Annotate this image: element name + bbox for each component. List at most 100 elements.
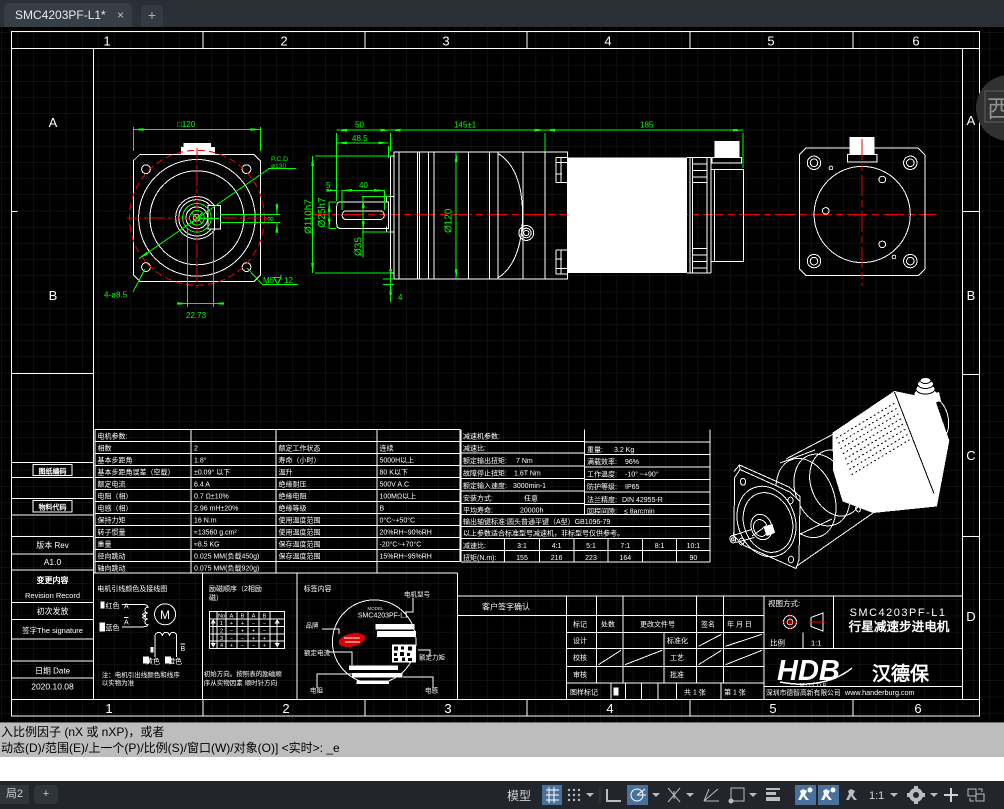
svg-text:转子惯量: 转子惯量 <box>98 527 126 536</box>
svg-text:4:1: 4:1 <box>552 543 562 550</box>
svg-text:B: B <box>49 288 58 303</box>
svg-text:绝缘等级: 绝缘等级 <box>279 503 307 512</box>
svg-text:-20°C~+70°C: -20°C~+70°C <box>380 540 422 548</box>
svg-text:10:1: 10:1 <box>687 543 701 550</box>
svg-text:保存温度范围: 保存温度范围 <box>279 539 321 548</box>
svg-text:90: 90 <box>690 555 698 562</box>
svg-text:−: − <box>263 621 266 627</box>
svg-text:额定输出扭矩:: 额定输出扭矩: <box>463 456 507 465</box>
svg-text:www.handerburg.com: www.handerburg.com <box>844 688 915 697</box>
svg-text:变更内容: 变更内容 <box>37 575 69 585</box>
svg-text:基本步距角误差（空载）: 基本步距角误差（空载） <box>98 467 175 476</box>
svg-text:16 N.m: 16 N.m <box>194 517 217 524</box>
svg-text:校核: 校核 <box>573 653 587 662</box>
svg-text:0°C~+50°C: 0°C~+50°C <box>380 516 416 524</box>
svg-text:6.4 A: 6.4 A <box>194 481 210 488</box>
svg-text:3: 3 <box>220 636 223 642</box>
svg-text:8:1: 8:1 <box>655 543 665 550</box>
svg-text:4-ø8.5: 4-ø8.5 <box>104 291 128 300</box>
svg-text:−: − <box>230 628 233 634</box>
svg-text:B: B <box>181 646 186 653</box>
svg-text:50: 50 <box>355 121 364 130</box>
svg-text:保持力矩: 保持力矩 <box>98 515 126 524</box>
svg-text:3000min-1: 3000min-1 <box>513 483 546 490</box>
svg-text:红色: 红色 <box>106 601 120 610</box>
svg-text:SMC4203PF-L1: SMC4203PF-L1 <box>358 613 408 620</box>
svg-text:±0.09° 以下: ±0.09° 以下 <box>194 468 230 476</box>
svg-text:连续: 连续 <box>380 443 394 452</box>
svg-text:100MΩ以上: 100MΩ以上 <box>380 491 417 500</box>
svg-text:5: 5 <box>767 34 774 49</box>
svg-text:Ø25h7: Ø25h7 <box>317 197 328 227</box>
svg-text:-10° ~+90°: -10° ~+90° <box>625 471 659 479</box>
svg-text:电机参数:: 电机参数: <box>98 431 128 440</box>
svg-text:B: B <box>263 614 267 620</box>
svg-text:相数: 相数 <box>98 443 112 452</box>
svg-text:0.075 MM(负载920g): 0.075 MM(负载920g) <box>194 563 259 572</box>
svg-text:径向跳动: 径向跳动 <box>98 551 126 560</box>
svg-text:蓝色: 蓝色 <box>106 623 120 632</box>
svg-text:1: 1 <box>103 34 110 49</box>
svg-text:DIN 42955-R: DIN 42955-R <box>622 497 663 504</box>
svg-text:96%: 96% <box>625 459 639 466</box>
svg-text:+: + <box>230 643 233 649</box>
svg-text:≤ 8arcmin: ≤ 8arcmin <box>624 509 655 516</box>
svg-text:2: 2 <box>280 34 287 49</box>
svg-text:安装方式:: 安装方式: <box>463 493 493 502</box>
svg-text:防护等级:: 防护等级: <box>587 482 617 491</box>
svg-text:5:1: 5:1 <box>586 543 596 550</box>
svg-text:A: A <box>124 604 129 611</box>
svg-text:绝缘电阻: 绝缘电阻 <box>279 491 307 500</box>
svg-text:回程间隙:: 回程间隙: <box>587 507 617 516</box>
svg-text:满载效率:: 满载效率: <box>587 457 617 466</box>
svg-text:磁）: 磁） <box>209 593 223 602</box>
svg-text:设计: 设计 <box>573 636 587 645</box>
svg-text:基本步距角: 基本步距角 <box>98 455 133 464</box>
svg-text:−: − <box>263 628 266 634</box>
svg-text:500V A.C: 500V A.C <box>380 481 410 488</box>
svg-text:SMC4203PF-L1: SMC4203PF-L1 <box>850 607 947 619</box>
svg-text:图纸编码: 图纸编码 <box>39 467 67 476</box>
svg-text:故障停止扭矩:: 故障停止扭矩: <box>463 468 507 477</box>
svg-text:批准: 批准 <box>670 670 684 679</box>
svg-text:额定电流: 额定电流 <box>98 479 126 488</box>
svg-text:M: M <box>160 608 170 622</box>
svg-text:145±1: 145±1 <box>454 121 477 130</box>
svg-text:客户签字确认: 客户签字确认 <box>482 602 530 612</box>
svg-text:+: + <box>252 628 255 634</box>
svg-text:标签内容: 标签内容 <box>304 584 332 593</box>
svg-text:任意: 任意 <box>524 493 538 502</box>
svg-text:标记: 标记 <box>573 620 587 629</box>
svg-text:品牌: 品牌 <box>306 621 320 630</box>
svg-text:工艺: 工艺 <box>670 654 684 662</box>
svg-text:初始方向。按照表的励磁顺: 初始方向。按照表的励磁顺 <box>204 669 282 678</box>
svg-text:以实物为准: 以实物为准 <box>102 678 135 687</box>
svg-text:额定力矩: 额定力矩 <box>419 653 446 662</box>
svg-text:5: 5 <box>769 701 776 716</box>
svg-text:A1.0: A1.0 <box>44 557 62 567</box>
svg-text:重量:: 重量: <box>587 446 603 454</box>
svg-text:□120: □120 <box>177 120 196 129</box>
svg-text:视图方式:: 视图方式: <box>768 598 800 608</box>
svg-text:以上参数适合标准型号减速机，非标型号仅供参考。: 以上参数适合标准型号减速机，非标型号仅供参考。 <box>463 529 624 538</box>
svg-text:轴向跳动: 轴向跳动 <box>98 563 126 572</box>
svg-text:MOTOR: MOTOR <box>800 683 829 689</box>
svg-text:第 1 张: 第 1 张 <box>724 688 746 697</box>
svg-text:≈8.5 KG: ≈8.5 KG <box>194 541 220 548</box>
svg-text:平均寿命:: 平均寿命: <box>463 505 493 514</box>
svg-text:电感（相）: 电感（相） <box>98 503 133 512</box>
svg-text:使用温度范围: 使用温度范围 <box>279 515 321 524</box>
svg-text:电感: 电感 <box>425 686 439 695</box>
svg-text:20000h: 20000h <box>520 507 543 514</box>
svg-text:185: 185 <box>640 121 654 130</box>
svg-text:IP65: IP65 <box>625 484 640 491</box>
svg-text:7:1: 7:1 <box>620 543 630 550</box>
svg-text:1:1: 1:1 <box>869 790 884 802</box>
svg-text:Ø110h7: Ø110h7 <box>304 199 315 234</box>
svg-text:1: 1 <box>220 621 223 627</box>
svg-text:P.C.D: P.C.D <box>271 156 288 163</box>
svg-text:额定工作状态: 额定工作状态 <box>279 443 321 452</box>
svg-text:ø130: ø130 <box>271 163 287 170</box>
svg-text:输出轴键标准:圆头普通平键（A型）GB1096-79: 输出轴键标准:圆头普通平键（A型）GB1096-79 <box>463 517 611 526</box>
svg-text:标准化: 标准化 <box>667 636 688 645</box>
